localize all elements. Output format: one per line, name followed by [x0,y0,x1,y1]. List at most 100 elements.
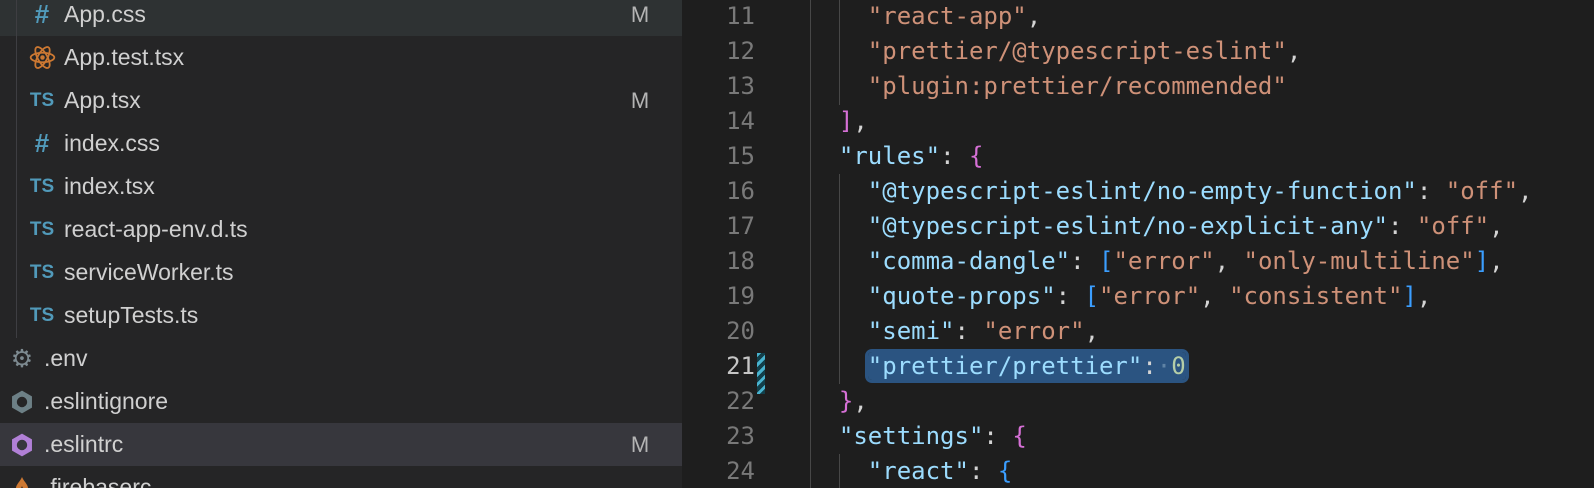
code-token: "off" [1446,177,1518,205]
line-number[interactable]: 12 [682,34,755,69]
code-token: "settings" [839,422,984,450]
line-number[interactable]: 13 [682,69,755,104]
code-token [810,2,868,30]
code-token [810,107,839,135]
code-line[interactable]: "plugin:prettier/recommended" [810,69,1532,104]
code-token: : [955,317,984,345]
code-token: , [1489,212,1503,240]
code-token: ] [1402,282,1416,310]
line-number[interactable]: 23 [682,419,755,454]
code-token: { [998,457,1012,485]
code-token: : [983,422,1012,450]
line-number[interactable]: 19 [682,279,755,314]
code-token: , [1215,247,1244,275]
line-number[interactable]: 14 [682,104,755,139]
code-token: "@typescript-eslint/no-explicit-any" [868,212,1388,240]
gutter-modified-indicator[interactable] [757,353,765,394]
code-token: "comma-dangle" [868,247,1070,275]
code-line[interactable]: "semi": "error", [810,314,1532,349]
line-number[interactable]: 18 [682,244,755,279]
css-hash-icon: # [28,1,56,29]
code-line[interactable]: ], [810,104,1532,139]
code-line[interactable]: "rules": { [810,139,1532,174]
code-line[interactable]: "prettier/@typescript-eslint", [810,34,1532,69]
code-token: , [1027,2,1041,30]
code-token: , [853,107,867,135]
code-token: , [853,387,867,415]
code-token [810,177,868,205]
code-token: : [1056,282,1085,310]
line-number[interactable]: 20 [682,314,755,349]
code-line[interactable]: }, [810,384,1532,419]
file-label: setupTests.ts [64,302,198,329]
line-number[interactable]: 15 [682,139,755,174]
code-line[interactable]: "@typescript-eslint/no-explicit-any": "o… [810,209,1532,244]
tree-indent-guide [16,0,17,338]
vscode-workbench: # App.css M App.test.tsxTSApp.tsxM#index.c… [0,0,1594,488]
line-number[interactable]: 22 [682,384,755,419]
code-line[interactable]: "quote-props": ["error", "consistent"], [810,279,1532,314]
file-label: .firebaserc [44,474,151,488]
code-token [810,457,868,485]
code-token: : [1142,352,1156,380]
file-label: index.tsx [64,173,155,200]
file-row[interactable]: # App.css M [0,0,682,36]
line-number[interactable]: 17 [682,209,755,244]
code-line[interactable]: "@typescript-eslint/no-empty-function": … [810,174,1532,209]
code-token: "@typescript-eslint/no-empty-function" [868,177,1417,205]
file-label: .eslintrc [44,431,123,458]
file-row[interactable]: TS setupTests.ts [0,294,682,337]
line-number[interactable]: 16 [682,174,755,209]
file-row[interactable]: .eslintrcM [0,423,682,466]
code-token: { [969,142,983,170]
code-token: "plugin:prettier/recommended" [868,72,1287,100]
typescript-icon: TS [28,259,56,287]
code-token: } [839,387,853,415]
eslint-icon [8,431,36,459]
code-token: , [1287,37,1301,65]
line-number[interactable]: 24 [682,454,755,488]
code-token [810,387,839,415]
modified-badge: M [628,2,652,28]
file-label: .env [44,345,87,372]
file-row[interactable]: ⚙ .env [0,337,682,380]
code-token [810,317,868,345]
line-number[interactable]: 21 [682,349,755,384]
code-token [810,72,868,100]
code-line[interactable]: "prettier/prettier":·0 [810,349,1532,384]
code-token: "consistent" [1229,282,1402,310]
typescript-icon: TS [28,302,56,330]
file-row[interactable]: TSreact-app-env.d.ts [0,208,682,251]
file-row[interactable]: App.test.tsx [0,36,682,79]
line-number[interactable]: 11 [682,0,755,34]
file-label: .eslintignore [44,388,168,415]
code-token: "error" [983,317,1084,345]
code-token: , [1518,177,1532,205]
gear-icon: ⚙ [8,345,36,373]
file-label: App.tsx [64,87,141,114]
file-row[interactable]: TSserviceWorker.ts [0,251,682,294]
code-token: "quote-props" [868,282,1056,310]
code-token [810,142,839,170]
code-token: "error" [1099,282,1200,310]
code-token: · [1157,352,1171,380]
file-label: App.css [64,1,146,28]
file-row[interactable]: #index.css [0,122,682,165]
code-token: "react" [868,457,969,485]
code-token: "prettier/@typescript-eslint" [868,37,1287,65]
code-token: : [969,457,998,485]
code-token: , [1489,247,1503,275]
code-token [810,422,839,450]
code-token: "only-multiline" [1244,247,1475,275]
react-icon [28,44,56,72]
file-row[interactable]: TSApp.tsxM [0,79,682,122]
file-row[interactable]: TSindex.tsx [0,165,682,208]
file-row[interactable]: .eslintignore [0,380,682,423]
code-line[interactable]: "react": { [810,454,1532,488]
code-area[interactable]: "react-app", "prettier/@typescript-eslin… [810,0,1532,488]
code-line[interactable]: "settings": { [810,419,1532,454]
code-line[interactable]: "comma-dangle": ["error", "only-multilin… [810,244,1532,279]
code-line[interactable]: "react-app", [810,0,1532,34]
code-token: [ [1099,247,1113,275]
file-row[interactable]: .firebaserc [0,466,682,488]
